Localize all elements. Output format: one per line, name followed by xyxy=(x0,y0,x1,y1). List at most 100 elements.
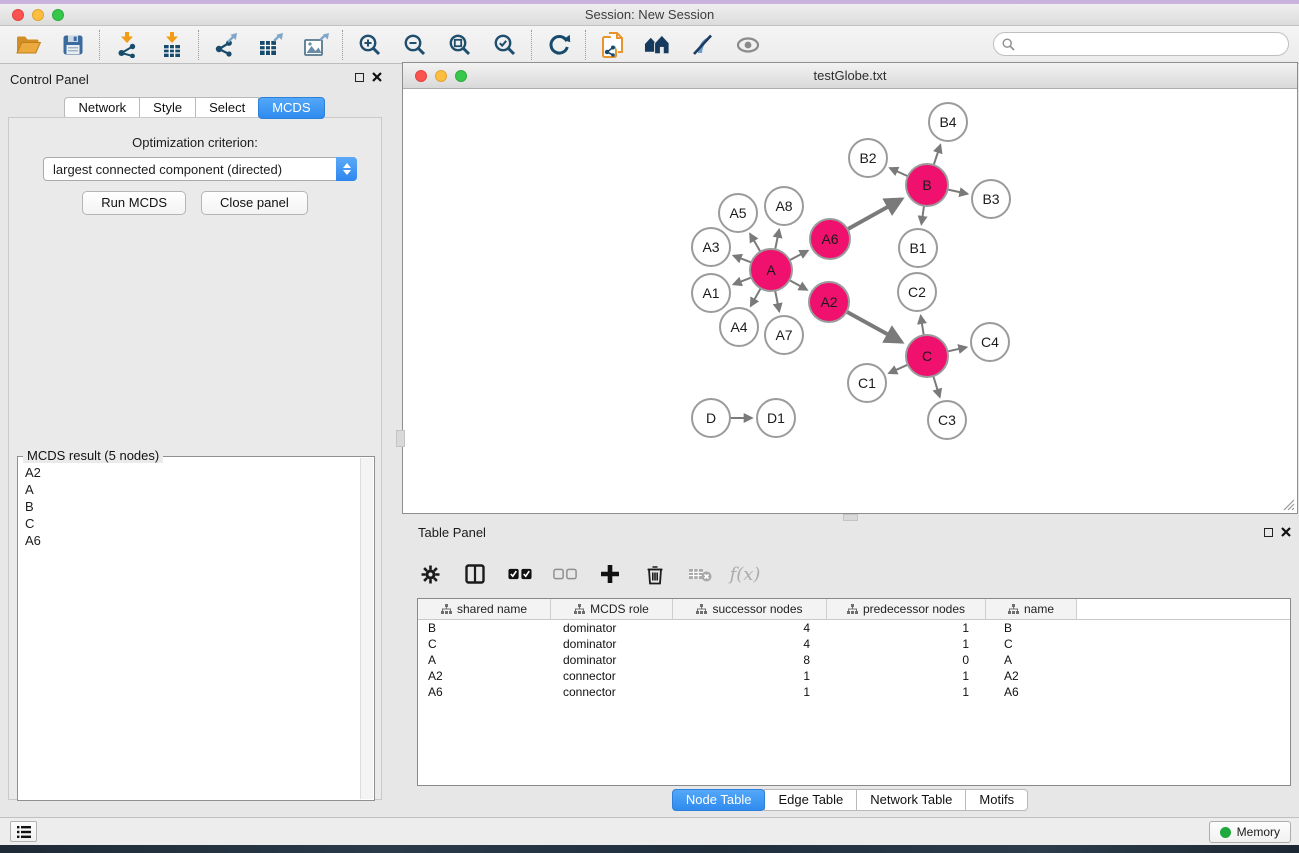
save-session-icon[interactable] xyxy=(59,32,86,58)
table-cell[interactable]: dominator xyxy=(551,653,673,667)
tab-network[interactable]: Network xyxy=(64,97,140,119)
search-box[interactable] xyxy=(993,32,1289,56)
network-window-title: testGlobe.txt xyxy=(403,68,1297,83)
vertical-splitter-handle[interactable] xyxy=(396,430,405,447)
table-cell[interactable]: B xyxy=(418,621,551,635)
function-builder-icon[interactable]: f(x) xyxy=(733,562,757,586)
table-cell[interactable]: 4 xyxy=(673,621,827,635)
network-view-window: testGlobe.txt B4B2BB3A8A5A6A3B1AA1C2A2A4… xyxy=(402,62,1298,514)
task-history-button[interactable] xyxy=(10,821,37,842)
table-panel: Table Panel xyxy=(402,519,1299,815)
table-cell[interactable]: A2 xyxy=(418,669,551,683)
zoom-selected-icon[interactable] xyxy=(491,32,518,58)
table-row[interactable]: Cdominator41C xyxy=(418,636,1290,652)
close-panel-button[interactable]: Close panel xyxy=(201,191,308,215)
run-mcds-button[interactable]: Run MCDS xyxy=(82,191,186,215)
table-cell[interactable]: A6 xyxy=(418,685,551,699)
result-item[interactable]: A2 xyxy=(19,466,360,483)
table-row[interactable]: A6connector11A6 xyxy=(418,684,1290,700)
select-all-rows-icon[interactable] xyxy=(508,562,532,586)
tab-style[interactable]: Style xyxy=(139,97,196,119)
export-table-icon[interactable] xyxy=(257,32,284,58)
graph-node-label-B2: B2 xyxy=(859,150,876,166)
table-cell[interactable]: 0 xyxy=(827,653,986,667)
search-input[interactable] xyxy=(1020,37,1280,51)
table-row[interactable]: Adominator80A xyxy=(418,652,1290,668)
close-panel-icon[interactable] xyxy=(372,72,382,82)
table-cell[interactable]: 8 xyxy=(673,653,827,667)
table-cell[interactable]: A xyxy=(986,653,1077,667)
table-cell[interactable]: connector xyxy=(551,685,673,699)
table-cell[interactable]: dominator xyxy=(551,621,673,635)
graph-node-label-A8: A8 xyxy=(775,198,792,214)
deselect-all-rows-icon[interactable] xyxy=(553,562,577,586)
graph-node-label-D1: D1 xyxy=(767,410,785,426)
refresh-icon[interactable] xyxy=(545,32,572,58)
table-cell[interactable]: A2 xyxy=(986,669,1077,683)
table-cell[interactable]: 1 xyxy=(673,685,827,699)
table-cell[interactable]: dominator xyxy=(551,637,673,651)
column-header-predecessor-nodes[interactable]: predecessor nodes xyxy=(827,599,986,619)
control-panel-title: Control Panel xyxy=(10,72,89,87)
table-cell[interactable]: C xyxy=(986,637,1077,651)
table-cell[interactable]: 1 xyxy=(827,637,986,651)
tab-select[interactable]: Select xyxy=(195,97,259,119)
zoom-in-icon[interactable] xyxy=(356,32,383,58)
table-row[interactable]: Bdominator41B xyxy=(418,620,1290,636)
table-tab-node-table[interactable]: Node Table xyxy=(672,789,766,811)
table-cell[interactable]: 4 xyxy=(673,637,827,651)
table-cell[interactable]: 1 xyxy=(827,685,986,699)
table-cell[interactable]: 1 xyxy=(827,621,986,635)
table-tab-motifs[interactable]: Motifs xyxy=(965,789,1028,811)
table-cell[interactable]: A xyxy=(418,653,551,667)
result-scrollbar[interactable] xyxy=(360,458,373,799)
delete-table-icon[interactable] xyxy=(688,562,712,586)
table-tab-network-table[interactable]: Network Table xyxy=(856,789,966,811)
network-from-file-icon[interactable] xyxy=(599,32,626,58)
table-cell[interactable]: connector xyxy=(551,669,673,683)
zoom-fit-icon[interactable] xyxy=(446,32,473,58)
column-header-successor-nodes[interactable]: successor nodes xyxy=(673,599,827,619)
result-item[interactable]: A xyxy=(19,483,360,500)
memory-button[interactable]: Memory xyxy=(1209,821,1291,843)
control-panel: Control Panel NetworkStyleSelectMCDS Opt… xyxy=(0,64,390,813)
result-item[interactable]: B xyxy=(19,500,360,517)
table-cell[interactable]: A6 xyxy=(986,685,1077,699)
import-table-icon[interactable] xyxy=(158,32,185,58)
add-column-icon[interactable] xyxy=(598,562,622,586)
table-cell[interactable]: C xyxy=(418,637,551,651)
result-item[interactable]: A6 xyxy=(19,534,360,551)
optimization-label: Optimization criterion: xyxy=(9,135,381,150)
table-tab-edge-table[interactable]: Edge Table xyxy=(764,789,857,811)
table-settings-gear-icon[interactable] xyxy=(418,562,442,586)
column-layout-icon[interactable] xyxy=(463,562,487,586)
float-table-panel-icon[interactable] xyxy=(1264,528,1273,537)
table-cell[interactable]: 1 xyxy=(827,669,986,683)
table-cell[interactable]: 1 xyxy=(673,669,827,683)
export-image-icon[interactable] xyxy=(302,32,329,58)
zoom-out-icon[interactable] xyxy=(401,32,428,58)
open-session-icon[interactable] xyxy=(14,32,41,58)
show-hide-eye-icon[interactable] xyxy=(734,32,761,58)
tab-mcds[interactable]: MCDS xyxy=(258,97,324,119)
close-table-panel-icon[interactable] xyxy=(1281,527,1291,537)
export-network-icon[interactable] xyxy=(212,32,239,58)
graphics-details-icon[interactable] xyxy=(689,32,716,58)
table-header-row: shared nameMCDS rolesuccessor nodesprede… xyxy=(418,599,1290,620)
float-panel-icon[interactable] xyxy=(355,73,364,82)
home-browser-icon[interactable] xyxy=(644,32,671,58)
network-window-titlebar: testGlobe.txt xyxy=(403,63,1297,89)
criterion-dropdown[interactable]: largest connected component (directed) xyxy=(43,157,357,181)
table-row[interactable]: A2connector11A2 xyxy=(418,668,1290,684)
network-canvas[interactable]: B4B2BB3A8A5A6A3B1AA1C2A2A4A7C4CC1DD1C3 xyxy=(403,89,1297,513)
column-header-shared-name[interactable]: shared name xyxy=(418,599,551,619)
table-cell[interactable]: B xyxy=(986,621,1077,635)
import-network-icon[interactable] xyxy=(113,32,140,58)
graph-node-label-A4: A4 xyxy=(730,319,747,335)
delete-column-icon[interactable] xyxy=(643,562,667,586)
column-header-MCDS-role[interactable]: MCDS role xyxy=(551,599,673,619)
node-table: shared nameMCDS rolesuccessor nodesprede… xyxy=(417,598,1291,786)
column-header-name[interactable]: name xyxy=(986,599,1077,619)
result-item[interactable]: C xyxy=(19,517,360,534)
resize-grip-icon[interactable] xyxy=(1282,498,1295,511)
